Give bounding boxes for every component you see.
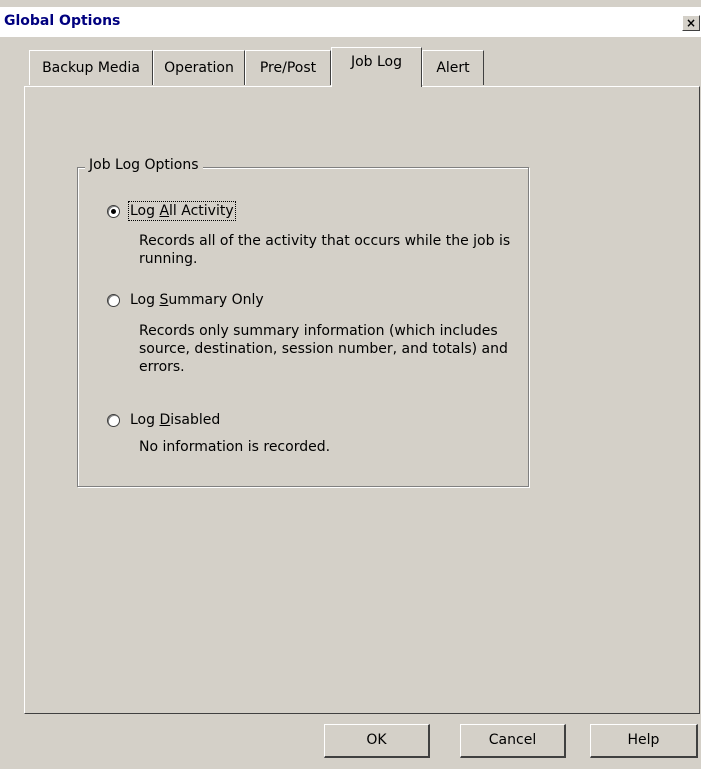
title-bar: Global Options × — [0, 7, 701, 37]
radio-log-summary-only[interactable] — [107, 293, 120, 307]
global-options-dialog: Global Options × Backup Media Operation … — [0, 0, 701, 769]
window-title: Global Options — [4, 13, 121, 29]
tab-label: Pre/Post — [259, 60, 317, 76]
tab-label: Job Log — [350, 54, 403, 70]
option-log-all-activity[interactable]: Log All Activity — [107, 201, 236, 221]
cancel-button[interactable]: Cancel — [460, 724, 566, 758]
tab-backup-media[interactable]: Backup Media — [29, 50, 153, 85]
tab-alert[interactable]: Alert — [422, 50, 484, 85]
description-log-disabled: No information is recorded. — [139, 439, 331, 455]
option-log-summary-only[interactable]: Log Summary Only — [107, 292, 264, 308]
description-log-summary-only: Records only summary information (which … — [139, 323, 508, 375]
tab-job-log[interactable]: Job Log — [331, 47, 422, 87]
description-log-all-activity: Records all of the activity that occurs … — [139, 233, 511, 267]
radio-log-all-activity[interactable] — [107, 204, 120, 218]
tab-operation[interactable]: Operation — [153, 50, 245, 85]
help-button[interactable]: Help — [590, 724, 698, 758]
close-icon[interactable]: × — [682, 15, 700, 31]
radio-label-log-disabled[interactable]: Log Disabled — [130, 412, 220, 428]
radio-log-disabled[interactable] — [107, 413, 120, 427]
tab-label: Alert — [436, 60, 470, 76]
tab-label: Operation — [164, 60, 234, 76]
radio-label-log-summary-only[interactable]: Log Summary Only — [130, 292, 264, 308]
group-label: Job Log Options — [85, 157, 203, 173]
ok-button[interactable]: OK — [324, 724, 430, 758]
radio-label-log-all-activity[interactable]: Log All Activity — [128, 201, 236, 221]
tab-pre-post[interactable]: Pre/Post — [245, 50, 331, 85]
tab-label: Backup Media — [42, 60, 140, 76]
option-log-disabled[interactable]: Log Disabled — [107, 412, 220, 428]
